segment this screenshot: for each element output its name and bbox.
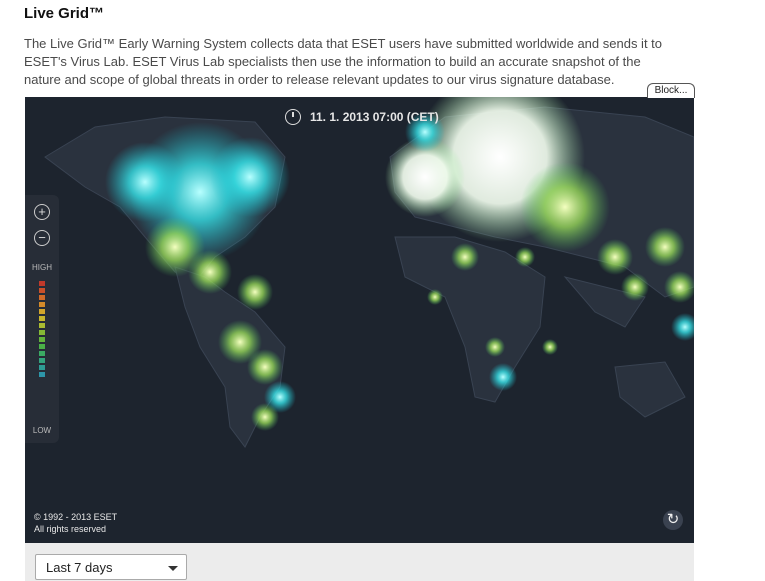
block-button[interactable]: Block... [647,83,695,98]
scale-swatch [39,316,45,321]
timestamp-text: 11. 1. 2013 07:00 (CET) [310,110,439,124]
threat-map[interactable]: 11. 1. 2013 07:00 (CET) + − HIGH LOW © 1… [25,97,694,543]
page-title: Live Grid™ [24,5,105,22]
scale-swatch [39,365,45,370]
scale-swatch [39,358,45,363]
rights-text: All rights reserved [34,524,107,534]
scale-high-label: HIGH [32,263,52,272]
zoom-out-button[interactable]: − [34,230,50,246]
scale-swatch [39,351,45,356]
zoom-control: + − HIGH LOW [25,195,59,443]
page-description: The Live Grid™ Early Warning System coll… [24,36,663,87]
time-range-select[interactable]: Last 7 days [35,554,187,580]
scale-swatch [39,309,45,314]
zoom-in-button[interactable]: + [34,204,50,220]
scale-swatch [39,330,45,335]
refresh-icon[interactable]: ↻ [663,510,683,530]
map-timestamp: 11. 1. 2013 07:00 (CET) [285,109,439,125]
scale-swatch [39,372,45,377]
clock-icon [285,109,301,125]
copyright-text: © 1992 - 2013 ESET [34,512,118,522]
scale-swatch [39,323,45,328]
filter-bar: Last 7 days [25,543,694,581]
world-map-graphic [44,97,694,448]
scale-swatch [39,281,45,286]
scale-swatch [39,344,45,349]
threat-scale-bar [39,281,45,379]
scale-low-label: LOW [32,426,52,435]
chevron-down-icon [168,566,178,571]
scale-swatch [39,288,45,293]
scale-swatch [39,302,45,307]
time-range-value: Last 7 days [46,560,113,575]
copyright-notice: © 1992 - 2013 ESET All rights reserved [34,511,117,535]
scale-swatch [39,295,45,300]
scale-swatch [39,337,45,342]
